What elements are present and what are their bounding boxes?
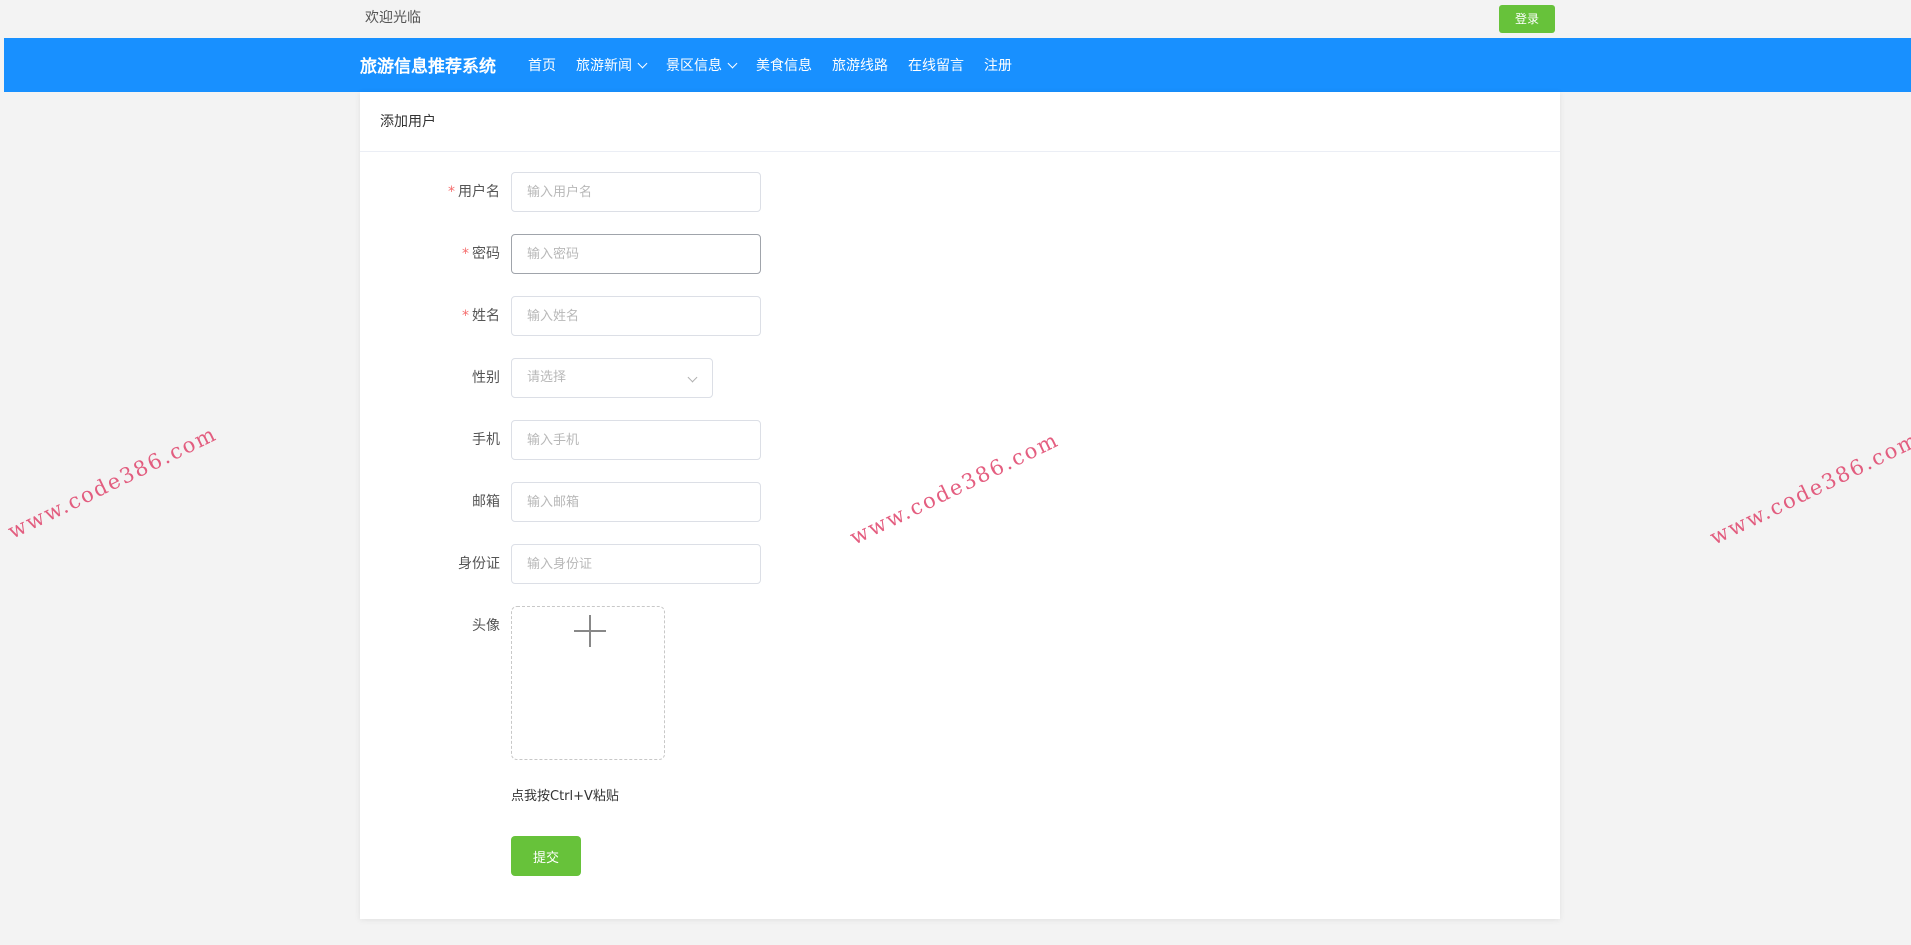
nav-item-label: 景区信息: [666, 58, 722, 74]
nav-item-register[interactable]: 注册: [984, 55, 1012, 75]
gender-select[interactable]: 请选择: [511, 358, 713, 398]
idcard-input[interactable]: [511, 544, 761, 584]
login-button[interactable]: 登录: [1499, 5, 1555, 33]
form-row-avatar: 头像: [360, 606, 1560, 760]
nav-item-travel-routes[interactable]: 旅游线路: [832, 55, 888, 75]
gender-select-placeholder: 请选择: [527, 370, 567, 385]
phone-input[interactable]: [511, 420, 761, 460]
avatar-label: 头像: [472, 618, 500, 634]
form-row-username: * 用户名: [360, 172, 1560, 212]
name-label: * 姓名: [462, 308, 500, 324]
form-row-password: * 密码: [360, 234, 1560, 274]
required-mark: *: [448, 184, 455, 200]
nav-item-label: 美食信息: [756, 58, 812, 74]
nav-items: 首页 旅游新闻 景区信息 美食信息 旅游线路 在线留言 注册: [528, 38, 1032, 92]
top-bar: 欢迎光临 登录: [0, 0, 1911, 38]
required-mark: *: [462, 308, 469, 324]
form-row-gender: 性别 请选择: [360, 358, 1560, 398]
nav-item-label: 注册: [984, 58, 1012, 74]
email-input[interactable]: [511, 482, 761, 522]
username-label: * 用户名: [448, 184, 500, 200]
phone-label: 手机: [472, 432, 500, 448]
brand-title[interactable]: 旅游信息推荐系统: [360, 52, 496, 77]
form-row-name: * 姓名: [360, 296, 1560, 336]
main-nav: 旅游信息推荐系统 首页 旅游新闻 景区信息 美食信息 旅游线路 在线留言 注册: [4, 38, 1911, 92]
nav-item-label: 旅游新闻: [576, 58, 632, 74]
form-row-idcard: 身份证: [360, 544, 1560, 584]
form-row-phone: 手机: [360, 420, 1560, 460]
idcard-label: 身份证: [458, 556, 500, 572]
password-label: * 密码: [462, 246, 500, 262]
nav-item-scenic-info[interactable]: 景区信息: [666, 55, 738, 75]
nav-item-home[interactable]: 首页: [528, 55, 556, 75]
gender-label: 性别: [472, 370, 500, 386]
add-user-card: 添加用户 *用户名 *密码 *姓名 性别 请选择 手机 邮箱: [360, 92, 1560, 919]
nav-item-food-info[interactable]: 美食信息: [756, 55, 812, 75]
nav-item-label: 在线留言: [908, 58, 964, 74]
watermark-text: www.code386.com: [4, 421, 221, 544]
chevron-down-icon: [637, 58, 648, 68]
plus-icon: [574, 615, 606, 647]
paste-hint[interactable]: 点我按Ctrl+V粘贴: [511, 785, 619, 804]
watermark-text: www.code386.com: [1706, 427, 1911, 550]
nav-item-messages[interactable]: 在线留言: [908, 55, 964, 75]
password-input[interactable]: [511, 234, 761, 274]
chevron-down-icon: [727, 58, 738, 68]
page: 欢迎光临 登录 旅游信息推荐系统 首页 旅游新闻 景区信息 美食信息 旅游线路: [0, 0, 1911, 945]
nav-item-label: 首页: [528, 58, 556, 74]
username-input[interactable]: [511, 172, 761, 212]
submit-button[interactable]: 提交: [511, 836, 581, 876]
welcome-text: 欢迎光临: [365, 10, 421, 26]
required-mark: *: [462, 246, 469, 262]
chevron-down-icon: [687, 372, 698, 383]
email-label: 邮箱: [472, 494, 500, 510]
nav-item-label: 旅游线路: [832, 58, 888, 74]
name-input[interactable]: [511, 296, 761, 336]
nav-item-travel-news[interactable]: 旅游新闻: [576, 55, 648, 75]
avatar-upload[interactable]: [511, 606, 665, 760]
card-title: 添加用户: [360, 92, 1560, 152]
